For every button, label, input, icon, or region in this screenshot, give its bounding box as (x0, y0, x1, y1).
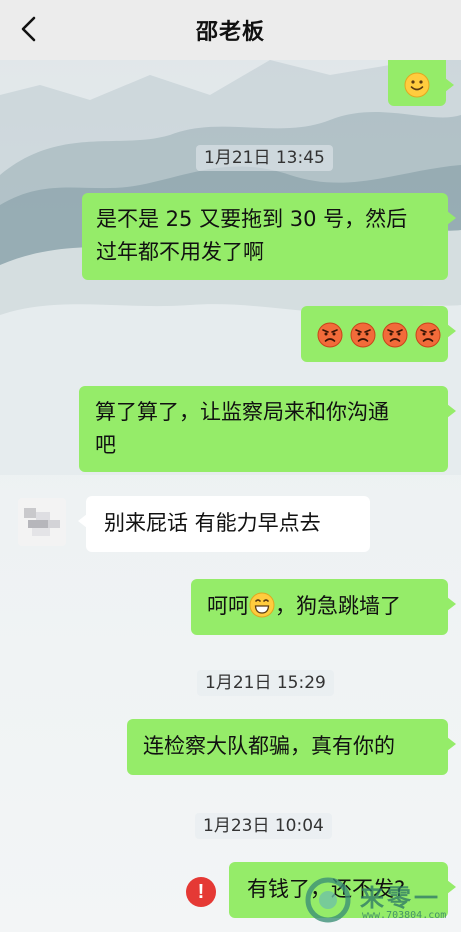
message-timestamp: 1月21日 13:45 (196, 145, 333, 171)
angry-face-emoji-icon (317, 322, 343, 348)
chevron-left-icon (21, 16, 36, 42)
send-failed-icon[interactable]: ! (186, 877, 216, 907)
message-bubble[interactable]: 连检察大队都骗，真有你的 (127, 719, 456, 775)
message-bubble[interactable]: 是不是 25 又要拖到 30 号，然后 过年都不用发了啊 (82, 193, 456, 280)
watermark-url: www.703804.com (362, 910, 447, 921)
message-text-line: 是不是 25 又要拖到 30 号，然后 (96, 207, 408, 231)
chat-header: 邵老板 (0, 0, 461, 60)
message-bubble-emoji[interactable] (301, 306, 456, 362)
smile-emoji-icon (404, 72, 430, 98)
chat-title: 邵老板 (195, 20, 265, 45)
message-bubble-received[interactable]: 别来屁话 有能力早点去 (78, 496, 370, 552)
message-text: ，狗急跳墙了 (275, 594, 401, 618)
site-watermark: 来零一 www.703804.com (300, 872, 450, 928)
angry-face-emoji-icon (415, 322, 441, 348)
message-text: 呵呵 (207, 594, 249, 618)
back-button[interactable] (14, 14, 44, 44)
angry-face-emoji-icon (350, 322, 376, 348)
grin-emoji-icon (249, 592, 275, 618)
message-bubble[interactable]: 算了算了，让监察局来和你沟通 吧 (79, 386, 456, 472)
blurred-avatar-icon (18, 498, 66, 546)
message-text-line: 吧 (95, 433, 116, 457)
message-timestamp: 1月21日 15:29 (197, 670, 334, 696)
message-timestamp: 1月23日 10:04 (195, 813, 332, 839)
message-bubble[interactable]: 呵呵 ，狗急跳墙了 (191, 579, 456, 635)
angry-face-emoji-icon (382, 322, 408, 348)
watermark-logo-icon (305, 877, 351, 923)
watermark-brand: 来零一 (360, 884, 441, 912)
message-text: 别来屁话 有能力早点去 (104, 511, 321, 535)
contact-avatar[interactable] (18, 498, 66, 546)
message-text: 连检察大队都骗，真有你的 (143, 734, 395, 758)
message-text-line: 算了算了，让监察局来和你沟通 (95, 400, 389, 424)
message-text-line: 过年都不用发了啊 (96, 240, 264, 264)
message-bubble-emoji[interactable] (388, 60, 454, 106)
